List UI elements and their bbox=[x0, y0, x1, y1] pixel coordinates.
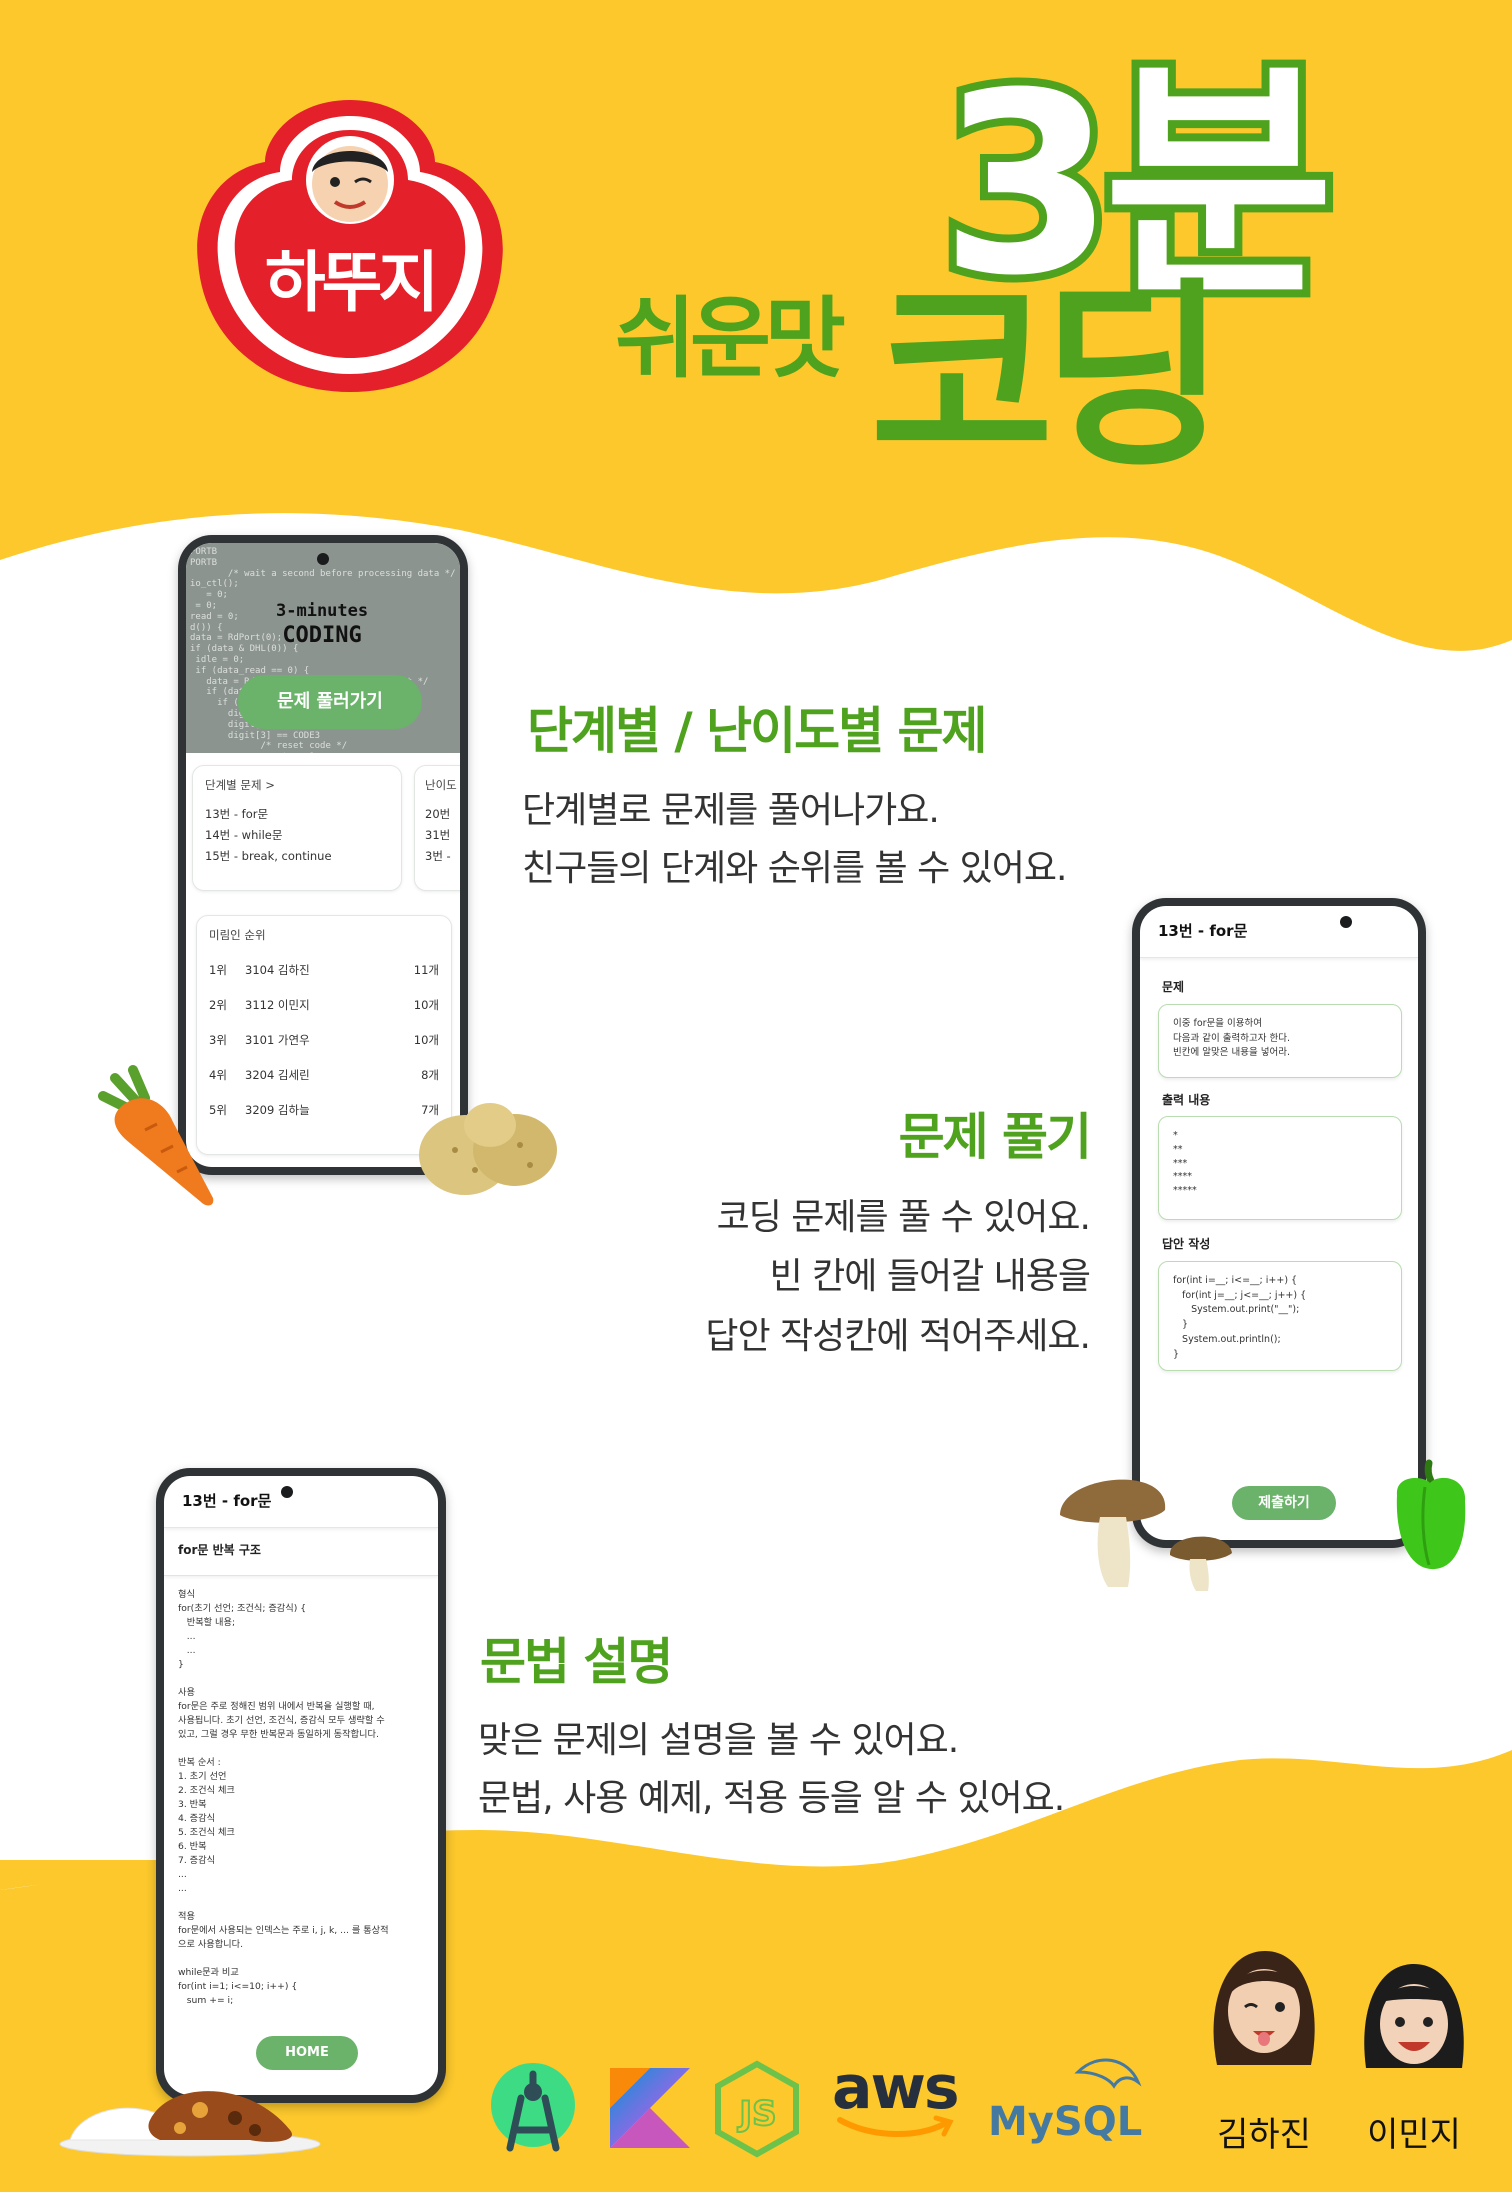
member-name: 김하진 bbox=[1217, 2115, 1311, 2155]
desc-line: 답안 작성칸에 적어주세요. bbox=[705, 1315, 1091, 1357]
level-problems-card[interactable]: 난이도 20번 31번 3번 - bbox=[414, 765, 460, 891]
step-card-header[interactable]: 단계별 문제 > bbox=[205, 776, 389, 796]
app-bar-title: 13번 - for문 bbox=[1140, 906, 1418, 958]
desc-line: 친구들의 단계와 순위를 볼 수 있어요. bbox=[522, 847, 1067, 889]
ranking-card: 미림인 순위 1위 3104 김하진 11개 2위 3112 이민지 10개 3위 310… bbox=[196, 915, 452, 1155]
section-header: for문 반복 구조 bbox=[164, 1530, 438, 1576]
camera-icon bbox=[317, 553, 329, 565]
android-studio-icon bbox=[491, 2063, 575, 2152]
nodejs-icon: JS bbox=[715, 2060, 799, 2158]
solved-count: 10개 bbox=[413, 1033, 439, 1048]
app-logo-line2: CODING bbox=[282, 623, 362, 649]
phone-main-display: PORTB PORTB /* wait a second before proc… bbox=[186, 543, 460, 1167]
logo-text: 하뚜지 bbox=[264, 244, 439, 321]
ranking-row: 3위 3101 가연우 10개 bbox=[209, 1024, 439, 1059]
problem-text-box: 이중 for문을 이용하여 다음과 같이 출력하고자 한다. 빈칸에 알맞은 내… bbox=[1158, 1004, 1402, 1078]
level-card-header[interactable]: 난이도 bbox=[425, 776, 460, 796]
level-item[interactable]: 3번 - bbox=[425, 846, 460, 867]
ranking-row: 5위 3209 김하늘 7개 bbox=[209, 1094, 439, 1129]
student: 3112 이민지 bbox=[245, 998, 310, 1013]
student: 3101 가연우 bbox=[245, 1033, 310, 1048]
member-avatar bbox=[1213, 1951, 1315, 2065]
answer-label: 답안 작성 bbox=[1162, 1237, 1211, 1251]
feature-title-solve: 문제 풀기 bbox=[898, 1108, 1092, 1166]
feature-title-grammar: 문법 설명 bbox=[480, 1633, 673, 1691]
student: 3204 김세린 bbox=[245, 1068, 310, 1083]
feature-desc-levels: 단계별로 문제를 풀어나가요. 친구들의 단계와 순위를 볼 수 있어요. bbox=[522, 782, 1067, 897]
student: 3209 김하늘 bbox=[245, 1103, 310, 1118]
app-logo-line1: 3-minutes bbox=[276, 601, 369, 621]
level-item[interactable]: 20번 bbox=[425, 804, 460, 825]
desc-line: 코딩 문제를 풀 수 있어요. bbox=[716, 1197, 1091, 1238]
output-label: 출력 내용 bbox=[1162, 1093, 1211, 1107]
step-item[interactable]: 13번 - for문 bbox=[205, 804, 389, 825]
ranking-row: 2위 3112 이민지 10개 bbox=[209, 989, 439, 1024]
svg-text:JS: JS bbox=[737, 2094, 776, 2134]
step-item[interactable]: 15번 - break, continue bbox=[205, 846, 389, 867]
solved-count: 8개 bbox=[421, 1068, 439, 1083]
mushroom-icon bbox=[1060, 1479, 1232, 1591]
hero-banner: PORTB PORTB /* wait a second before proc… bbox=[186, 543, 460, 753]
phone-grammar-display: 13번 - for문 for문 반복 구조 형식 for(초기 선언; 조건식;… bbox=[164, 1476, 438, 2095]
rank: 3위 bbox=[209, 1033, 227, 1048]
camera-icon bbox=[1339, 916, 1352, 928]
desc-line: 문법, 사용 예제, 적용 등을 알 수 있어요. bbox=[478, 1777, 1065, 1819]
curry-rice-icon bbox=[59, 2091, 321, 2157]
aws-icon: aws bbox=[832, 2058, 962, 2148]
solved-count: 11개 bbox=[413, 963, 439, 978]
step-item[interactable]: 14번 - while문 bbox=[205, 825, 389, 846]
ranking-row: 4위 3204 김세린 8개 bbox=[209, 1059, 439, 1094]
grammar-body: 형식 for(초기 선언; 조건식; 증감식) { 반복할 내용; ... ..… bbox=[178, 1589, 389, 2006]
phone-problem-display: 13번 - for문 문제 이중 for문을 이용하여 다음과 같이 출력하고자… bbox=[1140, 906, 1418, 1540]
app-logo-text: 3-minutes CODING bbox=[276, 601, 368, 650]
mysql-logo-text: MySQL bbox=[988, 2099, 1143, 2145]
mysql-icon: MySQL bbox=[988, 2052, 1158, 2152]
problem-label: 문제 bbox=[1162, 980, 1185, 994]
title-coding: 코딩 bbox=[870, 261, 1226, 494]
pepper-icon bbox=[1396, 1459, 1466, 1570]
carrot-icon bbox=[98, 1065, 214, 1206]
step-problems-card[interactable]: 단계별 문제 > 13번 - for문 14번 - while문 15번 - b… bbox=[192, 765, 402, 891]
solved-count: 10개 bbox=[413, 998, 439, 1013]
aws-logo-text: aws bbox=[832, 2053, 960, 2123]
member-name: 이민지 bbox=[1367, 2115, 1461, 2155]
output-box: * ** *** **** ***** bbox=[1158, 1116, 1402, 1220]
aws-smile bbox=[837, 2115, 954, 2138]
potato-icon bbox=[419, 1103, 557, 1195]
title-sub: 쉬운맛 bbox=[615, 287, 846, 390]
ranking-row: 1위 3104 김하진 11개 bbox=[209, 954, 439, 989]
solve-problem-button[interactable]: 문제 풀러가기 bbox=[238, 675, 422, 729]
feature-title-levels: 단계별 / 난이도별 문제 bbox=[527, 702, 987, 760]
phone-grammar-screen: 13번 - for문 for문 반복 구조 형식 for(초기 선언; 조건식;… bbox=[156, 1468, 446, 2103]
kotlin-icon bbox=[610, 2068, 690, 2148]
phone-problem-screen: 13번 - for문 문제 이중 for문을 이용하여 다음과 같이 출력하고자… bbox=[1132, 898, 1426, 1548]
desc-line: 맞은 문제의 설명을 볼 수 있어요. bbox=[478, 1720, 959, 1761]
feature-desc-solve: 코딩 문제를 풀 수 있어요. 빈 칸에 들어갈 내용을 답안 작성칸에 적어주… bbox=[560, 1188, 1091, 1366]
rank: 1위 bbox=[209, 963, 227, 978]
feature-desc-grammar: 맞은 문제의 설명을 볼 수 있어요. 문법, 사용 예제, 적용 등을 알 수… bbox=[478, 1712, 1065, 1827]
app-bar-title: 13번 - for문 bbox=[164, 1476, 438, 1528]
level-item[interactable]: 31번 bbox=[425, 825, 460, 846]
member-avatar bbox=[1364, 1964, 1464, 2068]
rank: 2위 bbox=[209, 998, 227, 1013]
desc-line: 빈 칸에 들어갈 내용을 bbox=[769, 1256, 1091, 1298]
desc-line: 단계별로 문제를 풀어나가요. bbox=[522, 790, 940, 831]
student: 3104 김하진 bbox=[245, 963, 310, 978]
answer-input[interactable]: for(int i=__; i<=__; i++) { for(int j=__… bbox=[1158, 1261, 1402, 1371]
ranking-header: 미림인 순위 bbox=[209, 928, 266, 942]
